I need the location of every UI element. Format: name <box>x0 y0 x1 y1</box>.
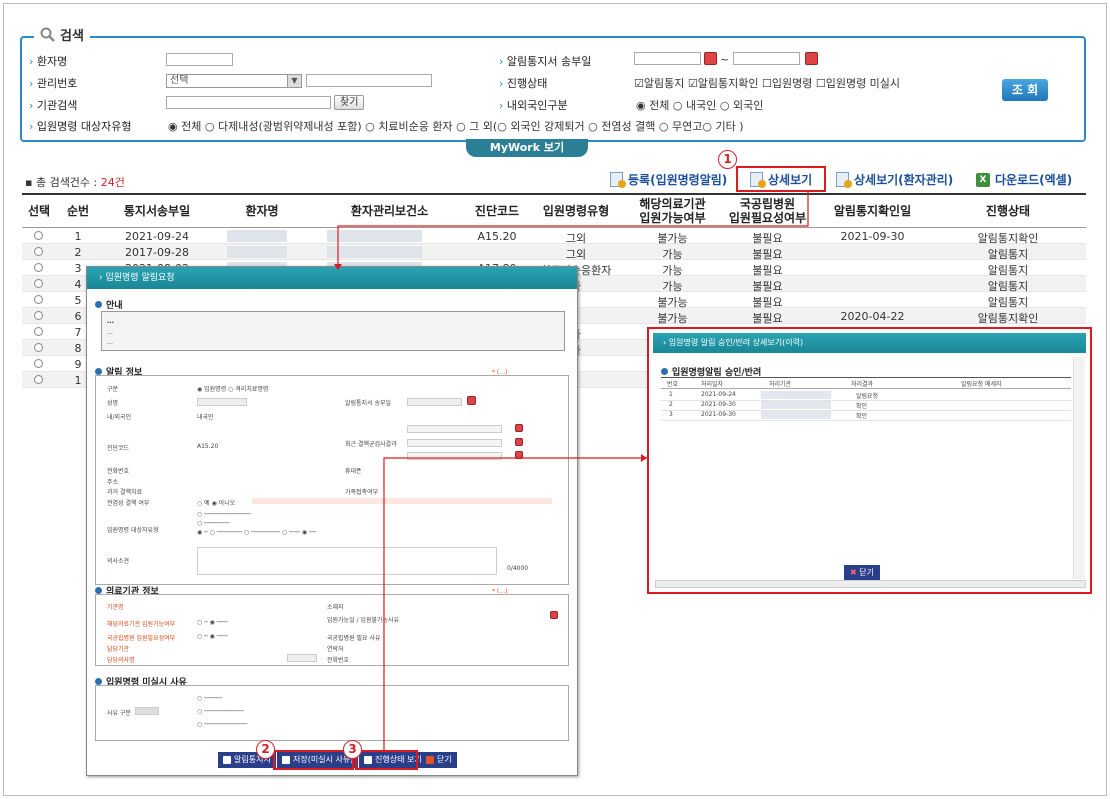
annotation-arrows <box>334 192 809 750</box>
arrow-3 <box>383 457 647 750</box>
arrow-1 <box>337 192 809 268</box>
